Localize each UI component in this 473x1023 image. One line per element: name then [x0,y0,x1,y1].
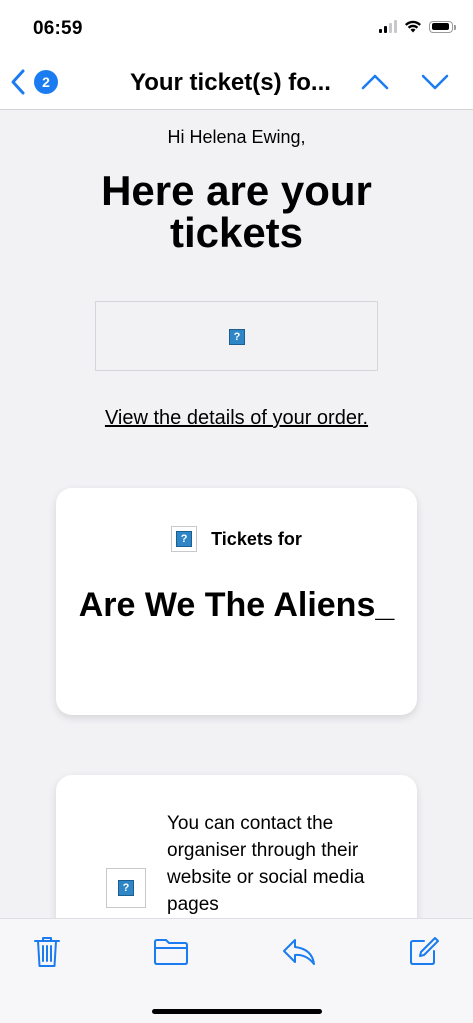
broken-image-icon: ? [106,868,146,908]
compose-icon [410,937,439,965]
cellular-signal-icon [379,20,397,33]
chevron-down-icon [421,74,449,90]
status-bar: 06:59 [0,0,473,56]
nav-bar: 2 Your ticket(s) fo... [0,56,473,110]
compose-button[interactable] [408,935,440,972]
chevron-left-icon [11,69,25,95]
unread-count-badge: 2 [34,70,58,94]
broken-image-icon: ? [229,329,245,345]
reply-button[interactable] [282,937,316,972]
home-indicator [152,1009,322,1014]
tickets-for-label: Tickets for [211,528,302,549]
greeting: Hi Helena Ewing, [167,127,306,147]
chevron-up-icon [361,74,389,90]
banner-image-placeholder: ? [95,301,378,371]
previous-message-button[interactable] [360,70,390,99]
bottom-toolbar [0,918,473,1023]
trash-button[interactable] [33,935,61,974]
email-body[interactable]: Hi Helena Ewing, Here are your tickets ?… [0,110,473,918]
battery-icon [429,20,456,33]
tickets-card: ? Tickets for Are We The Aliens_ [56,488,417,715]
reply-icon [283,939,315,965]
tickets-for-row: ? Tickets for [56,526,417,552]
status-time: 06:59 [33,18,83,39]
event-name: Are We The Aliens_ [78,586,395,624]
wifi-icon [405,20,421,33]
broken-image-icon: ? [171,526,198,552]
move-to-folder-button[interactable] [153,937,189,972]
trash-icon [34,937,60,967]
contact-text: You can contact the organiser through th… [167,813,365,915]
folder-icon [154,939,188,965]
status-icons [379,20,456,33]
contact-card: ? You can contact the organiser through … [56,775,417,918]
headline: Here are your tickets [101,167,372,256]
back-button[interactable]: 2 [10,68,58,96]
message-title: Your ticket(s) fo... [130,69,331,96]
next-message-button[interactable] [420,70,450,99]
view-order-link[interactable]: View the details of your order. [0,407,473,430]
